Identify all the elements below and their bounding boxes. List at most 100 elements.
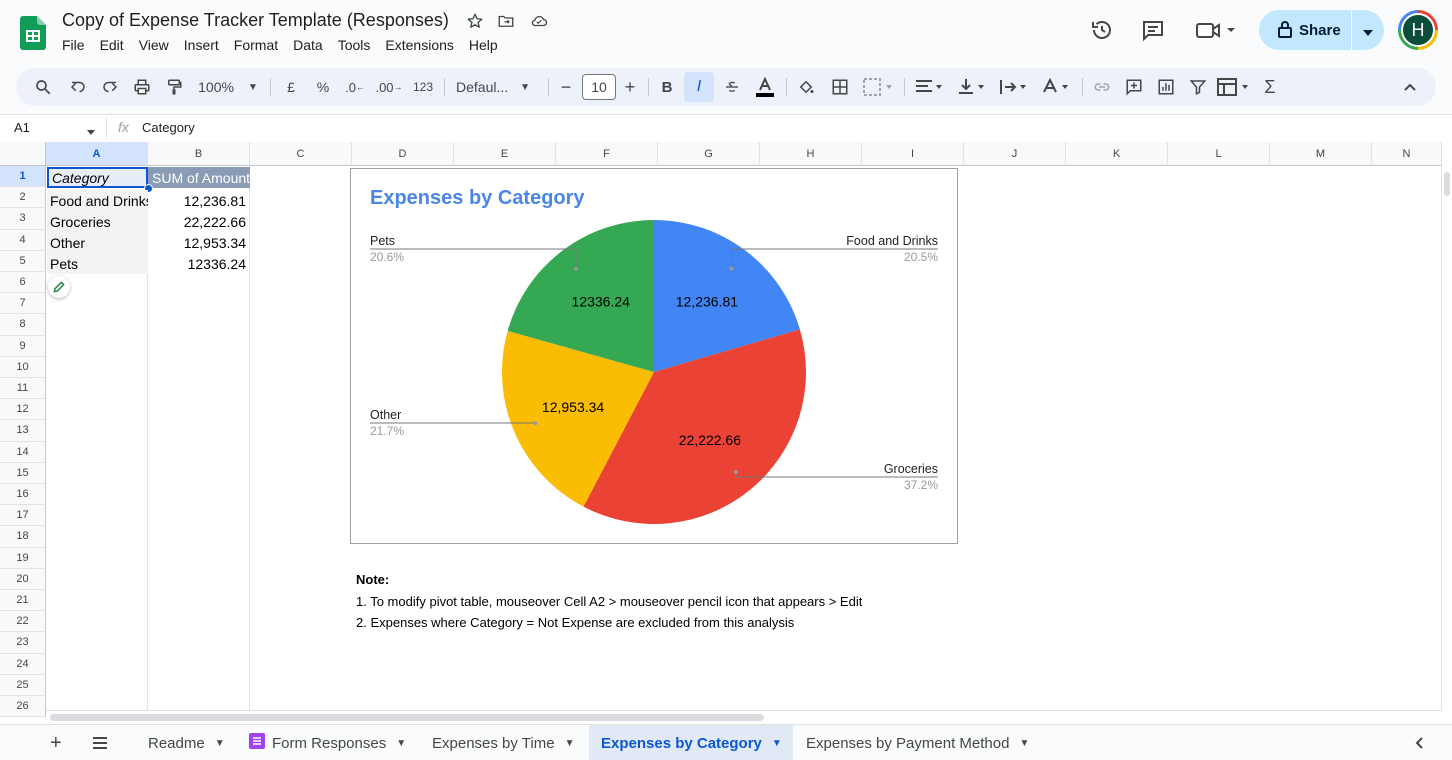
horizontal-scrollbar[interactable]	[46, 710, 1441, 724]
move-folder-icon[interactable]	[497, 12, 517, 32]
column-header-c[interactable]: C	[250, 142, 352, 166]
cloud-saved-icon[interactable]	[529, 12, 549, 32]
print-icon[interactable]	[130, 68, 154, 106]
increase-font-size-button[interactable]: +	[620, 68, 640, 106]
text-wrapping-icon[interactable]	[996, 68, 1032, 106]
row-header-8[interactable]: 8	[0, 314, 46, 336]
italic-button[interactable]: I	[684, 72, 714, 102]
version-history-icon[interactable]	[1090, 18, 1114, 42]
menu-format[interactable]: Format	[234, 37, 278, 53]
column-header-i[interactable]: I	[862, 142, 964, 166]
column-header-j[interactable]: J	[964, 142, 1066, 166]
row-header-12[interactable]: 12	[0, 399, 46, 421]
tab-expenses-by-payment-method[interactable]: Expenses by Payment Method ▼	[794, 725, 1044, 760]
row-header-4[interactable]: 4	[0, 229, 46, 251]
menu-view[interactable]: View	[139, 37, 169, 53]
zoom-select[interactable]: 100% ▼	[196, 68, 260, 106]
add-sheet-icon[interactable]: +	[50, 725, 74, 760]
cell-b3[interactable]: 22,222.66	[148, 211, 249, 232]
strikethrough-icon[interactable]	[720, 68, 744, 106]
column-header-g[interactable]: G	[658, 142, 760, 166]
format-currency-button[interactable]: £	[280, 68, 302, 106]
cell-b5[interactable]: 12336.24	[148, 253, 249, 274]
row-header-15[interactable]: 15	[0, 462, 46, 484]
row-header-23[interactable]: 23	[0, 632, 46, 654]
share-dropdown-icon[interactable]	[1362, 25, 1374, 41]
row-header-22[interactable]: 22	[0, 611, 46, 633]
row-header-25[interactable]: 25	[0, 674, 46, 696]
tab-expenses-by-category[interactable]: Expenses by Category ▼	[589, 725, 793, 760]
formula-input[interactable]: Category	[142, 120, 195, 135]
name-box-dropdown-icon[interactable]	[86, 124, 96, 140]
format-percent-button[interactable]: %	[312, 68, 334, 106]
column-header-m[interactable]: M	[1270, 142, 1372, 166]
column-header-b[interactable]: B	[148, 142, 250, 166]
undo-icon[interactable]	[66, 68, 90, 106]
cell-b1[interactable]: SUM of Amount	[148, 167, 250, 188]
row-header-11[interactable]: 11	[0, 378, 46, 400]
bold-button[interactable]: B	[656, 68, 678, 106]
collapse-menus-icon[interactable]	[1398, 68, 1422, 106]
horizontal-scroll-thumb[interactable]	[50, 714, 764, 721]
comments-icon[interactable]	[1141, 18, 1165, 42]
menu-edit[interactable]: Edit	[100, 37, 124, 53]
avatar[interactable]: H	[1398, 10, 1438, 50]
cell-b2[interactable]: 12,236.81	[148, 190, 249, 211]
column-header-d[interactable]: D	[352, 142, 454, 166]
search-menus-icon[interactable]	[30, 68, 56, 106]
row-header-19[interactable]: 19	[0, 547, 46, 569]
row-header-16[interactable]: 16	[0, 484, 46, 506]
row-header-3[interactable]: 3	[0, 208, 46, 230]
font-size-input[interactable]: 10	[582, 74, 616, 100]
column-header-a[interactable]: A	[46, 142, 148, 166]
scroll-tabs-left-icon[interactable]	[1414, 725, 1434, 760]
row-header-7[interactable]: 7	[0, 293, 46, 315]
pivot-edit-pencil-icon[interactable]	[48, 276, 70, 298]
paint-format-icon[interactable]	[162, 68, 186, 106]
tab-form-responses[interactable]: Form Responses ▼	[238, 725, 414, 760]
insert-comment-icon[interactable]	[1122, 68, 1146, 106]
document-title[interactable]: Copy of Expense Tracker Template (Respon…	[62, 10, 449, 31]
row-header-20[interactable]: 20	[0, 568, 46, 590]
more-formats-button[interactable]: 123	[410, 68, 436, 106]
column-header-h[interactable]: H	[760, 142, 862, 166]
spreadsheet-grid[interactable]: A B C D E F G H I J K L M N 1 2 3 4 5 6 7 8 9 10 1…	[0, 142, 1452, 724]
increase-decimal-button[interactable]: .00 →	[374, 68, 404, 106]
row-header-24[interactable]: 24	[0, 653, 46, 675]
cell-a5[interactable]: Pets	[47, 253, 148, 274]
row-header-13[interactable]: 13	[0, 420, 46, 442]
select-all-corner[interactable]	[0, 142, 46, 166]
row-header-6[interactable]: 6	[0, 272, 46, 294]
meet-video-icon[interactable]	[1196, 18, 1236, 42]
share-button[interactable]: Share	[1259, 10, 1384, 50]
row-header-14[interactable]: 14	[0, 441, 46, 463]
menu-data[interactable]: Data	[293, 37, 323, 53]
cell-a4[interactable]: Other	[47, 232, 148, 253]
star-icon[interactable]	[466, 12, 486, 32]
name-box[interactable]: A1	[14, 120, 30, 135]
borders-icon[interactable]	[828, 68, 852, 106]
decrease-font-size-button[interactable]: −	[556, 68, 576, 106]
merge-cells-icon[interactable]	[860, 68, 896, 106]
text-rotation-icon[interactable]	[1038, 68, 1074, 106]
menu-extensions[interactable]: Extensions	[385, 37, 453, 53]
row-header-17[interactable]: 17	[0, 505, 46, 527]
vertical-align-icon[interactable]	[954, 68, 990, 106]
pie-chart[interactable]: Expenses by Category 12,236.81 Food and D…	[350, 168, 958, 544]
column-header-e[interactable]: E	[454, 142, 556, 166]
cell-a2[interactable]: Food and Drinks	[47, 190, 148, 211]
tab-readme[interactable]: Readme ▼	[136, 725, 236, 760]
column-header-l[interactable]: L	[1168, 142, 1270, 166]
column-header-f[interactable]: F	[556, 142, 658, 166]
cell-a3[interactable]: Groceries	[47, 211, 148, 232]
row-header-26[interactable]: 26	[0, 696, 46, 718]
vertical-scroll-thumb[interactable]	[1444, 172, 1450, 196]
row-header-10[interactable]: 10	[0, 356, 46, 378]
cell-b4[interactable]: 12,953.34	[148, 232, 249, 253]
vertical-scrollbar[interactable]	[1441, 166, 1452, 710]
font-family-select[interactable]: Defaul... ▼	[456, 68, 540, 106]
menu-insert[interactable]: Insert	[184, 37, 219, 53]
row-header-9[interactable]: 9	[0, 335, 46, 357]
filter-views-icon[interactable]	[1214, 68, 1254, 106]
row-header-1[interactable]: 1	[0, 166, 46, 188]
